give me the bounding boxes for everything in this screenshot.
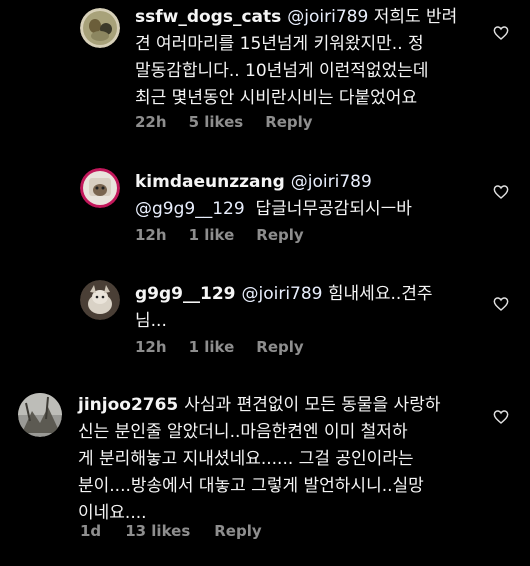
avatar[interactable] [18,393,62,437]
username[interactable]: jinjoo2765 [78,395,178,415]
avatar[interactable] [80,280,120,320]
mention-link[interactable]: @joiri789 [241,284,322,304]
comment-line: 분이....방송에서 대놓고 그렇게 발언하시니..실망 [78,476,424,496]
likes-count[interactable]: 1 like [189,226,235,244]
comment-meta: 12h 1 like Reply [135,226,304,244]
timestamp: 12h [135,226,167,244]
avatar[interactable] [80,168,120,208]
comment-line: 답글너무공감되시ㅡ바 [255,199,412,219]
likes-count[interactable]: 13 likes [125,522,190,540]
comment-line: 힘내세요..견주 [327,284,433,304]
reply-button[interactable]: Reply [214,522,261,540]
likes-count[interactable]: 1 like [189,338,235,356]
mention-link[interactable]: @joiri789 [287,7,368,27]
comment-line: 신는 분인줄 알았더니..마음한켠엔 이미 철저하 [78,422,408,442]
likes-count[interactable]: 5 likes [189,113,244,131]
comment-line: 저희도 반려 [373,7,458,27]
comment-line: 말동감합니다.. 10년넘게 이런적없었는데 [135,61,429,81]
mention-link[interactable]: @g9g9__129 [135,199,245,219]
heart-outline-icon[interactable] [493,184,509,200]
mention-link[interactable]: @joiri789 [291,172,372,192]
comment-line: 게 분리해놓고 지내셨네요...... 그걸 공인이라는 [78,449,414,469]
heart-outline-icon[interactable] [493,25,509,41]
comment-meta: 12h 1 like Reply [135,338,304,356]
comment-line: 님... [135,311,167,331]
comment-line: 사심과 편견없이 모든 동물을 사랑하 [184,395,441,415]
timestamp: 1d [80,522,102,540]
comment-text: g9g9__129 @joiri789 힘내세요..견주 님... [135,281,433,335]
comment-meta: 22h 5 likes Reply [135,113,313,131]
timestamp: 12h [135,338,167,356]
comment-line: 최근 몇년동안 시비란시비는 다붙었어요 [135,88,418,108]
heart-outline-icon[interactable] [493,296,509,312]
comment-meta: 1d 13 likes Reply [80,522,262,540]
username[interactable]: g9g9__129 [135,284,235,304]
reply-button[interactable]: Reply [256,338,303,356]
timestamp: 22h [135,113,167,131]
avatar[interactable] [80,8,120,48]
comment-text: kimdaeunzzang @joiri789 @g9g9__129 답글너무공감… [135,169,412,223]
reply-button[interactable]: Reply [265,113,312,131]
username[interactable]: ssfw_dogs_cats [135,7,281,27]
reply-button[interactable]: Reply [256,226,303,244]
comment-text: jinjoo2765 사심과 편견없이 모든 동물을 사랑하 신는 분인줄 알았더… [78,392,440,527]
username[interactable]: kimdaeunzzang [135,172,285,192]
comment-text: ssfw_dogs_cats @joiri789 저희도 반려 견 여러마리를 1… [135,4,457,112]
comment-line: 견 여러마리를 15년넘게 키워왔지만.. 정 [135,34,424,54]
heart-outline-icon[interactable] [493,409,509,425]
